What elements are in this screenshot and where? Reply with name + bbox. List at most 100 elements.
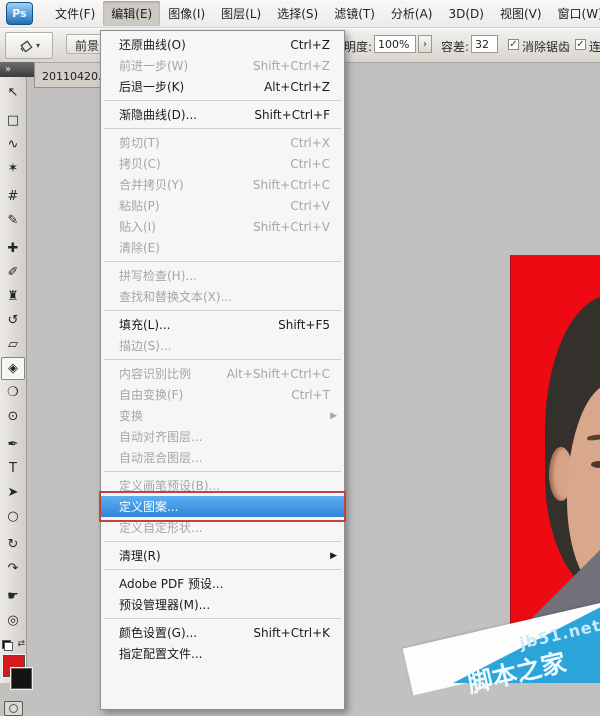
edit-dropdown-menu: 还原曲线(O)Ctrl+Z前进一步(W)Shift+Ctrl+Z后退一步(K)A… bbox=[100, 30, 345, 710]
menu-item-9: 粘贴(P)Ctrl+V bbox=[101, 195, 344, 216]
path-selection-tool[interactable]: ➤ bbox=[1, 481, 25, 504]
menu-separator bbox=[104, 261, 341, 262]
menu-item-10: 贴入(I)Shift+Ctrl+V bbox=[101, 216, 344, 237]
menu-item-label: 自动对齐图层... bbox=[119, 428, 330, 445]
menu-item-35[interactable]: 指定配置文件... bbox=[101, 643, 344, 664]
menu-item-2[interactable]: 后退一步(K)Alt+Ctrl+Z bbox=[101, 76, 344, 97]
menu-item-label: 拷贝(C) bbox=[119, 155, 274, 172]
contiguous-checkbox[interactable]: ✓ bbox=[575, 39, 586, 50]
menubar-item-1[interactable]: 编辑(E) bbox=[103, 1, 160, 26]
magic-wand-tool[interactable]: ✶ bbox=[1, 157, 25, 180]
antialias-label: 消除锯齿 bbox=[522, 38, 570, 55]
menu-item-label: 定义自定形状... bbox=[119, 519, 330, 536]
menu-item-shortcut: Ctrl+V bbox=[290, 199, 330, 213]
menu-item-21: 变换▶ bbox=[101, 405, 344, 426]
menu-separator bbox=[104, 618, 341, 619]
menubar-item-4[interactable]: 选择(S) bbox=[269, 1, 326, 26]
tools-panel: ↖ □∿✶ #✎ ✚✐♜↺▱◈❍⊙ ✒T➤○ ↻↷ ☛◎ ⇄ bbox=[0, 77, 27, 683]
menu-item-label: 前进一步(W) bbox=[119, 57, 237, 74]
submenu-arrow-icon: ▶ bbox=[330, 551, 337, 561]
menu-item-20: 自由变换(F)Ctrl+T bbox=[101, 384, 344, 405]
menu-item-16[interactable]: 填充(L)...Shift+F5 bbox=[101, 314, 344, 335]
menu-item-29[interactable]: 清理(R)▶ bbox=[101, 545, 344, 566]
3d-orbit-tool[interactable]: ↷ bbox=[1, 557, 25, 580]
quick-mask-icon bbox=[9, 704, 18, 713]
menu-item-6: 剪切(T) Ctrl+X bbox=[101, 132, 344, 153]
menu-item-label: 清理(R) bbox=[119, 547, 330, 564]
brush-tool[interactable]: ✐ bbox=[1, 261, 25, 284]
background-color-swatch[interactable] bbox=[11, 668, 32, 689]
opacity-slider-button[interactable]: › bbox=[418, 35, 432, 53]
menu-item-shortcut: Ctrl+C bbox=[290, 157, 330, 171]
rectangular-marquee-tool[interactable]: □ bbox=[1, 109, 25, 132]
menu-item-32[interactable]: 预设管理器(M)... bbox=[101, 594, 344, 615]
shape-tool[interactable]: ○ bbox=[1, 505, 25, 528]
pen-tool[interactable]: ✒ bbox=[1, 433, 25, 456]
blur-tool[interactable]: ❍ bbox=[1, 381, 25, 404]
hand-tool[interactable]: ☛ bbox=[1, 585, 25, 608]
menu-item-31[interactable]: Adobe PDF 预设... bbox=[101, 573, 344, 594]
menu-separator bbox=[104, 359, 341, 360]
menubar-item-2[interactable]: 图像(I) bbox=[160, 1, 213, 26]
menu-separator bbox=[104, 569, 341, 570]
menu-item-label: 拼写检查(H)... bbox=[119, 267, 330, 284]
menu-item-19: 内容识别比例Alt+Shift+Ctrl+C bbox=[101, 363, 344, 384]
contiguous-label: 连 bbox=[589, 38, 600, 55]
clone-stamp-tool[interactable]: ♜ bbox=[1, 285, 25, 308]
type-tool[interactable]: T bbox=[1, 457, 25, 480]
menubar-item-9[interactable]: 窗口(W) bbox=[550, 1, 600, 26]
menu-item-1: 前进一步(W)Shift+Ctrl+Z bbox=[101, 55, 344, 76]
menu-bar: Ps 文件(F)编辑(E)图像(I)图层(L)选择(S)滤镜(T)分析(A)3D… bbox=[0, 0, 600, 28]
menu-item-25: 定义画笔预设(B)... bbox=[101, 475, 344, 496]
menubar-item-3[interactable]: 图层(L) bbox=[213, 1, 269, 26]
menubar-item-8[interactable]: 视图(V) bbox=[492, 1, 550, 26]
menu-item-23: 自动混合图层... bbox=[101, 447, 344, 468]
tool-preset-picker[interactable]: ▾ bbox=[5, 32, 53, 59]
menu-item-label: 剪切(T) bbox=[119, 134, 274, 151]
menu-item-0[interactable]: 还原曲线(O)Ctrl+Z bbox=[101, 34, 344, 55]
menu-item-4[interactable]: 渐隐曲线(D)...Shift+Ctrl+F bbox=[101, 104, 344, 125]
eyedropper-tool[interactable]: ✎ bbox=[1, 209, 25, 232]
menu-item-label: 查找和替换文本(X)... bbox=[119, 288, 330, 305]
move-tool[interactable]: ↖ bbox=[1, 81, 25, 104]
paint-bucket-tool[interactable]: ◈ bbox=[1, 357, 25, 380]
tolerance-input[interactable]: 32 bbox=[471, 35, 498, 53]
antialias-checkbox[interactable]: ✓ bbox=[508, 39, 519, 50]
history-brush-tool[interactable]: ↺ bbox=[1, 309, 25, 332]
crop-tool[interactable]: # bbox=[1, 185, 25, 208]
lasso-tool[interactable]: ∿ bbox=[1, 133, 25, 156]
3d-rotate-tool[interactable]: ↻ bbox=[1, 533, 25, 556]
menu-separator bbox=[104, 100, 341, 101]
menu-item-label: 颜色设置(G)... bbox=[119, 624, 237, 641]
menu-item-14: 查找和替换文本(X)... bbox=[101, 286, 344, 307]
menubar-item-7[interactable]: 3D(D) bbox=[440, 3, 491, 25]
menu-item-label: 自动混合图层... bbox=[119, 449, 330, 466]
menu-item-shortcut: Shift+Ctrl+V bbox=[253, 220, 330, 234]
menubar-item-5[interactable]: 滤镜(T) bbox=[326, 1, 383, 26]
menu-separator bbox=[104, 471, 341, 472]
tools-panel-collapse-button[interactable]: » bbox=[0, 62, 34, 77]
opacity-input[interactable]: 100% bbox=[374, 35, 416, 53]
tolerance-label: 容差: bbox=[441, 38, 469, 55]
menu-item-11: 清除(E) bbox=[101, 237, 344, 258]
zoom-tool[interactable]: ◎ bbox=[1, 609, 25, 632]
menu-item-label: 变换 bbox=[119, 407, 330, 424]
menubar-item-6[interactable]: 分析(A) bbox=[383, 1, 441, 26]
dodge-tool[interactable]: ⊙ bbox=[1, 405, 25, 428]
menu-item-shortcut: Alt+Ctrl+Z bbox=[264, 80, 330, 94]
chevron-down-icon: ▾ bbox=[36, 41, 40, 50]
swap-colors-icon[interactable]: ⇄ bbox=[17, 639, 25, 649]
eraser-tool[interactable]: ▱ bbox=[1, 333, 25, 356]
default-colors-icon[interactable] bbox=[2, 640, 13, 651]
menu-item-shortcut: Alt+Shift+Ctrl+C bbox=[227, 367, 330, 381]
menubar-item-0[interactable]: 文件(F) bbox=[47, 1, 103, 26]
quick-mask-button[interactable] bbox=[4, 701, 23, 716]
opacity-label: 明度: bbox=[344, 38, 372, 55]
menu-item-shortcut: Ctrl+X bbox=[290, 136, 330, 150]
menu-item-shortcut: Ctrl+T bbox=[291, 388, 330, 402]
menu-item-26[interactable]: 定义图案... bbox=[101, 496, 344, 517]
menu-item-34[interactable]: 颜色设置(G)...Shift+Ctrl+K bbox=[101, 622, 344, 643]
healing-brush-tool[interactable]: ✚ bbox=[1, 237, 25, 260]
menu-item-shortcut: Shift+F5 bbox=[278, 318, 330, 332]
menu-item-label: 渐隐曲线(D)... bbox=[119, 106, 238, 123]
